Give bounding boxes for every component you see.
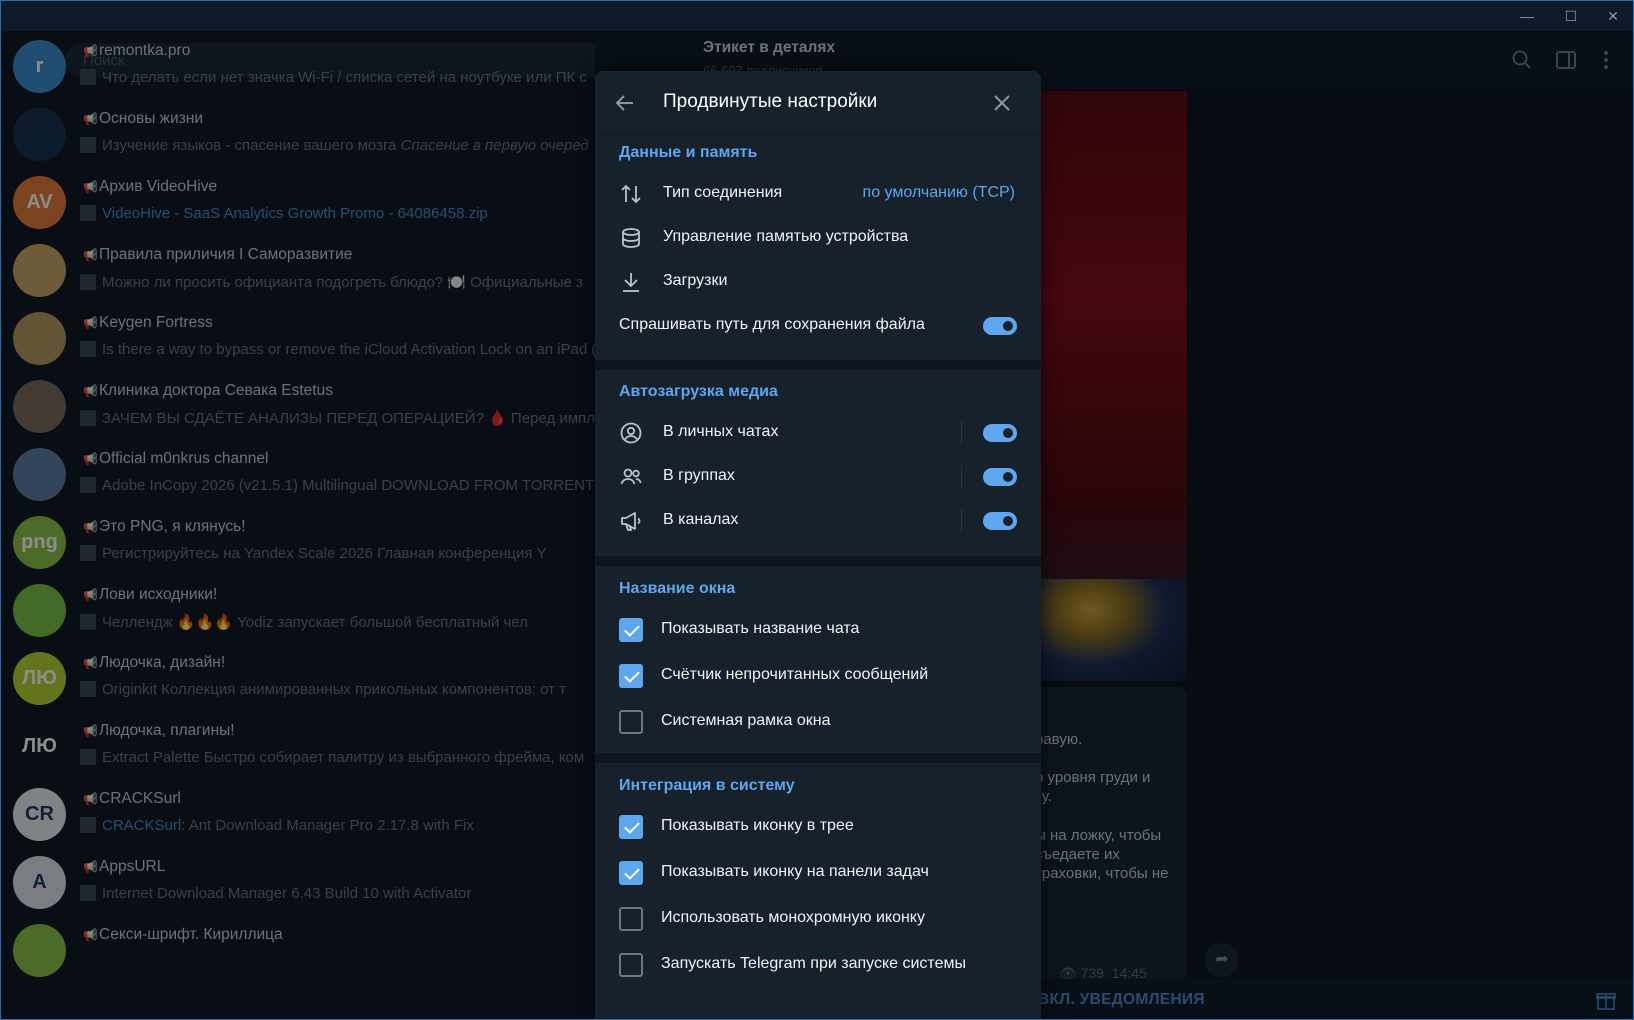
telegram-window: — ☐ ✕ Поиск r 📢remontka.pro Что делать есл… <box>0 0 1634 1020</box>
row-separator <box>961 465 962 489</box>
section-divider <box>595 753 1041 763</box>
monochrome-icon-checkbox[interactable] <box>619 907 643 931</box>
show-chat-name-label: Показывать название чата <box>661 620 860 637</box>
tray-icon-row[interactable]: Показывать иконку в трее <box>595 804 1041 850</box>
advanced-settings-modal: Продвинутые настройки Данные и память Ти… <box>595 71 1041 1019</box>
autoload-channels-row[interactable]: В каналах <box>595 499 1041 543</box>
monochrome-icon-label: Использовать монохромную иконку <box>661 909 925 926</box>
modal-header: Продвинутые настройки <box>595 71 1041 135</box>
autoload-groups-label: В группах <box>663 467 735 484</box>
section-divider <box>595 556 1041 566</box>
row-separator <box>961 509 962 533</box>
show-chat-name-checkbox[interactable] <box>619 618 643 642</box>
megaphone-icon <box>619 509 643 533</box>
taskbar-icon-checkbox[interactable] <box>619 861 643 885</box>
ask-save-path-row[interactable]: Спрашивать путь для сохранения файла <box>595 304 1041 348</box>
connection-type-label: Тип соединения <box>663 184 783 201</box>
autoload-groups-row[interactable]: В группах <box>595 455 1041 499</box>
section-title-integration: Интеграция в систему <box>619 777 795 794</box>
download-icon <box>619 270 643 294</box>
storage-management-row[interactable]: Управление памятью устройства <box>595 216 1041 260</box>
downloads-row[interactable]: Загрузки <box>595 260 1041 304</box>
close-window-button[interactable]: ✕ <box>1591 1 1633 31</box>
tray-icon-label: Показывать иконку в трее <box>661 817 854 834</box>
title-bar: — ☐ ✕ <box>1 1 1633 31</box>
autoload-private-label: В личных чатах <box>663 423 779 440</box>
ask-save-path-label: Спрашивать путь для сохранения файла <box>619 316 925 333</box>
autostart-label: Запускать Telegram при запуске системы <box>661 955 966 972</box>
connection-type-value: по умолчанию (TCP) <box>862 184 1015 201</box>
connection-type-row[interactable]: Тип соединения по умолчанию (TCP) <box>595 172 1041 216</box>
maximize-button[interactable]: ☐ <box>1549 1 1593 31</box>
autoload-private-toggle[interactable] <box>983 424 1017 442</box>
row-separator <box>961 421 962 445</box>
monochrome-icon-row[interactable]: Использовать монохромную иконку <box>595 896 1041 942</box>
system-frame-checkbox[interactable] <box>619 710 643 734</box>
close-icon[interactable] <box>990 91 1014 115</box>
user-circle-icon <box>619 421 643 445</box>
section-title-window: Название окна <box>619 580 736 597</box>
autoload-private-row[interactable]: В личных чатах <box>595 411 1041 455</box>
downloads-label: Загрузки <box>663 272 728 289</box>
database-icon <box>619 226 643 250</box>
unread-counter-checkbox[interactable] <box>619 664 643 688</box>
ask-save-path-toggle[interactable] <box>983 317 1017 335</box>
transfer-arrows-icon <box>619 182 643 206</box>
autoload-groups-toggle[interactable] <box>983 468 1017 486</box>
autostart-checkbox[interactable] <box>619 953 643 977</box>
back-arrow-icon[interactable] <box>613 91 637 115</box>
taskbar-icon-row[interactable]: Показывать иконку на панели задач <box>595 850 1041 896</box>
show-chat-name-row[interactable]: Показывать название чата <box>595 607 1041 653</box>
autoload-channels-toggle[interactable] <box>983 512 1017 530</box>
storage-management-label: Управление памятью устройства <box>663 228 909 245</box>
section-title-autoload: Автозагрузка медиа <box>619 383 778 400</box>
tray-icon-checkbox[interactable] <box>619 815 643 839</box>
taskbar-icon-label: Показывать иконку на панели задач <box>661 863 929 880</box>
section-title-data: Данные и память <box>619 144 758 161</box>
minimize-button[interactable]: — <box>1505 1 1549 31</box>
section-divider <box>595 360 1041 370</box>
system-frame-label: Системная рамка окна <box>661 712 831 729</box>
system-frame-row[interactable]: Системная рамка окна <box>595 699 1041 745</box>
autoload-channels-label: В каналах <box>663 511 739 528</box>
unread-counter-row[interactable]: Счётчик непрочитанных сообщений <box>595 653 1041 699</box>
unread-counter-label: Счётчик непрочитанных сообщений <box>661 666 929 683</box>
modal-title: Продвинутые настройки <box>663 91 878 112</box>
autostart-row[interactable]: Запускать Telegram при запуске системы <box>595 942 1041 988</box>
group-icon <box>619 465 643 489</box>
